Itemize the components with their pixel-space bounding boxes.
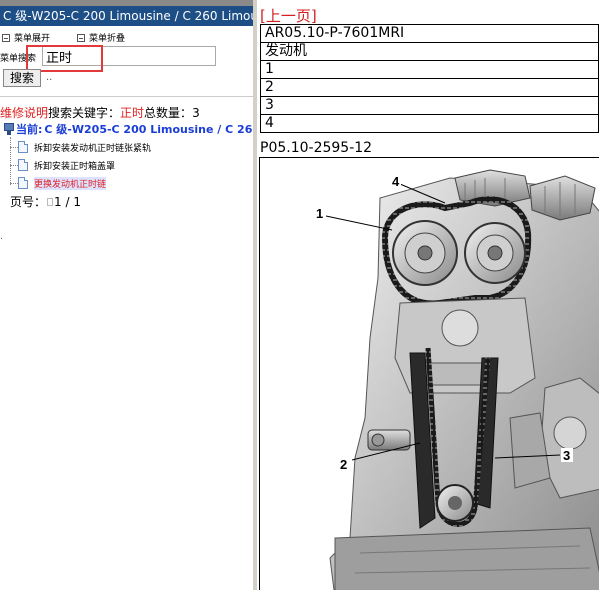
right-panel: [上一页] AR05.10-P-7601MRI 发动机 1 2 3 4 P05.… <box>257 0 599 590</box>
table-cell: 4 <box>260 114 599 133</box>
search-button[interactable]: 搜索 <box>3 69 41 87</box>
expand-menu-label: 菜单展开 <box>14 34 51 44</box>
document-icon <box>18 141 28 153</box>
tree-item-label: 更换发动机正时链 <box>34 176 107 190</box>
tree-item-label: 拆卸安装发动机正时链张紧轨 <box>34 143 152 154</box>
document-icon <box>18 159 28 171</box>
count-value: 3 <box>192 106 200 120</box>
table-cell: 1 <box>260 60 599 79</box>
expand-icon <box>2 33 10 42</box>
table-row: 发动机 <box>260 42 599 61</box>
table-row: 1 <box>260 60 599 79</box>
ellipsis: .. <box>46 72 53 83</box>
page-box <box>47 198 54 206</box>
callout-1: 1 <box>316 206 323 221</box>
current-node[interactable]: 当前:C 级-W205-C 200 Limousine / C 260 Limo… <box>4 121 253 137</box>
search-summary: 维修说明搜索关键字：正时总数量：3 <box>0 104 200 121</box>
engine-illustration: 1 2 3 4 <box>313 169 599 590</box>
vehicle-title-bar: C 级-W205-C 200 Limousine / C 260 Limousi… <box>0 6 253 26</box>
small-dot: . <box>0 232 3 242</box>
table-row: 4 <box>260 114 599 133</box>
divider <box>0 96 253 97</box>
pager-value: 1 / 1 <box>54 195 81 209</box>
current-value: C 级-W205-C 200 Limousine / C 260 Limousi… <box>44 123 253 136</box>
table-cell: 2 <box>260 78 599 97</box>
collapse-menu-button[interactable]: 菜单折叠 <box>77 31 125 44</box>
figure-code: P05.10-2595-12 <box>260 140 373 156</box>
collapse-menu-label: 菜单折叠 <box>89 34 126 44</box>
table-row: 3 <box>260 96 599 115</box>
expand-menu-button[interactable]: 菜单展开 <box>2 31 50 44</box>
left-panel: C 级-W205-C 200 Limousine / C 260 Limousi… <box>0 0 253 590</box>
collapse-icon <box>77 33 85 42</box>
info-table: AR05.10-P-7601MRI 发动机 1 2 3 4 <box>260 24 599 133</box>
tree-item-replace-timing-chain[interactable]: 更换发动机正时链 <box>10 175 107 191</box>
callout-2: 2 <box>340 457 347 472</box>
engine-figure: 1 2 3 4 <box>259 157 599 590</box>
search-highlight-box <box>26 45 103 72</box>
computer-icon <box>4 123 14 135</box>
current-label: 当前: <box>16 123 43 136</box>
tree-item-label: 拆卸安装正时箱盖罩 <box>34 161 116 172</box>
pager: 页号： 1 / 1 <box>10 193 81 210</box>
keyword-value: 正时 <box>120 106 145 120</box>
table-cell: 发动机 <box>260 42 599 61</box>
callout-3: 3 <box>563 448 570 463</box>
table-cell: 3 <box>260 96 599 115</box>
table-row: 2 <box>260 78 599 97</box>
tree-item-timing-chain-tensioner-rail[interactable]: 拆卸安装发动机正时链张紧轨 <box>10 139 151 155</box>
count-label: 总数量： <box>144 106 193 120</box>
pager-label: 页号： <box>10 195 47 209</box>
previous-page-link[interactable]: [上一页] <box>260 5 317 26</box>
section-label: 维修说明 <box>0 106 49 120</box>
table-row: AR05.10-P-7601MRI <box>260 24 599 43</box>
table-cell: AR05.10-P-7601MRI <box>260 24 599 43</box>
tree-item-timing-case-cover[interactable]: 拆卸安装正时箱盖罩 <box>10 157 115 173</box>
keyword-label: 搜索关键字： <box>48 106 121 120</box>
document-icon <box>18 177 28 189</box>
callout-4: 4 <box>392 174 400 189</box>
